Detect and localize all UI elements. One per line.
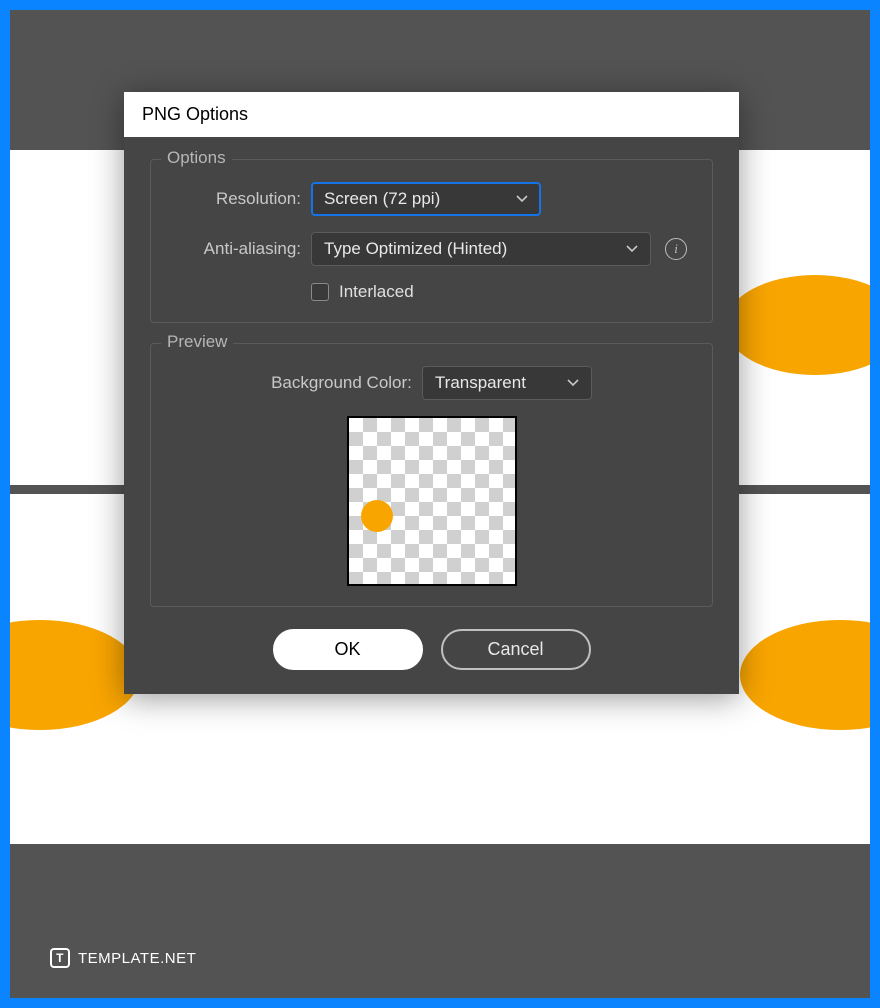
resolution-label: Resolution: <box>171 189 301 209</box>
options-legend: Options <box>161 148 232 168</box>
preview-thumbnail <box>347 416 517 586</box>
antialiasing-select[interactable]: Type Optimized (Hinted) <box>311 232 651 266</box>
png-options-dialog: PNG Options Options Resolution: Screen (… <box>124 92 739 694</box>
options-fieldset: Options Resolution: Screen (72 ppi) Anti… <box>150 159 713 323</box>
antialiasing-row: Anti-aliasing: Type Optimized (Hinted) i <box>171 232 692 266</box>
watermark: T TEMPLATE.NET <box>50 948 196 968</box>
watermark-text: TEMPLATE.NET <box>78 950 196 967</box>
bgcolor-select[interactable]: Transparent <box>422 366 592 400</box>
interlaced-checkbox[interactable] <box>311 283 329 301</box>
interlaced-row: Interlaced <box>311 282 692 302</box>
bgcolor-value: Transparent <box>435 373 526 393</box>
dialog-buttons: OK Cancel <box>150 629 713 670</box>
info-icon[interactable]: i <box>665 238 687 260</box>
watermark-icon: T <box>50 948 70 968</box>
bgcolor-label: Background Color: <box>271 373 412 393</box>
chevron-down-icon <box>626 245 638 253</box>
resolution-select[interactable]: Screen (72 ppi) <box>311 182 541 216</box>
preview-legend: Preview <box>161 332 233 352</box>
interlaced-label: Interlaced <box>339 282 414 302</box>
preview-circle-icon <box>361 500 393 532</box>
antialiasing-label: Anti-aliasing: <box>171 239 301 259</box>
dialog-title: PNG Options <box>124 92 739 137</box>
antialiasing-value: Type Optimized (Hinted) <box>324 239 507 259</box>
bgcolor-row: Background Color: Transparent <box>171 366 692 400</box>
dialog-body: Options Resolution: Screen (72 ppi) Anti… <box>124 137 739 694</box>
chevron-down-icon <box>567 379 579 387</box>
resolution-value: Screen (72 ppi) <box>324 189 440 209</box>
cancel-button[interactable]: Cancel <box>441 629 591 670</box>
preview-fieldset: Preview Background Color: Transparent <box>150 343 713 607</box>
chevron-down-icon <box>516 195 528 203</box>
app-background: PNG Options Options Resolution: Screen (… <box>10 10 870 998</box>
ok-button[interactable]: OK <box>273 629 423 670</box>
resolution-row: Resolution: Screen (72 ppi) <box>171 182 692 216</box>
